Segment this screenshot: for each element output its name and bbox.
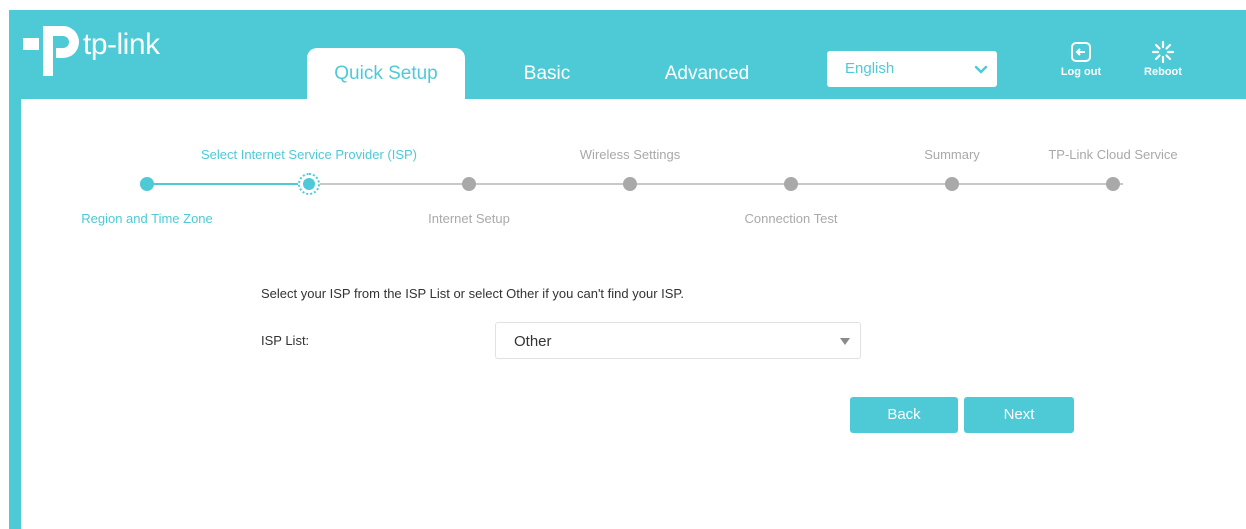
- back-button[interactable]: Back: [850, 397, 958, 433]
- dropdown-arrow-icon: [840, 338, 850, 345]
- tab-quick-setup[interactable]: Quick Setup: [307, 48, 465, 99]
- step-label-summary: Summary: [924, 147, 980, 162]
- main-panel: Select Internet Service Provider (ISP) W…: [21, 99, 1246, 529]
- reboot-icon: [1151, 40, 1175, 64]
- step-dot-tp-link-cloud: [1106, 177, 1120, 191]
- instruction-text: Select your ISP from the ISP List or sel…: [261, 286, 685, 301]
- isp-list-select[interactable]: Other: [495, 322, 861, 359]
- chevron-down-icon: [974, 65, 988, 74]
- next-button[interactable]: Next: [964, 397, 1074, 433]
- step-label-connection-test: Connection Test: [744, 211, 838, 226]
- language-select[interactable]: English: [827, 51, 997, 87]
- progress-track-completed: [147, 183, 309, 185]
- tp-link-logo-mark-icon: [23, 26, 79, 76]
- step-label-internet-setup: Internet Setup: [428, 211, 510, 226]
- language-selected-label: English: [845, 60, 895, 77]
- tab-basic[interactable]: Basic: [497, 48, 597, 99]
- reboot-label: Reboot: [1144, 66, 1182, 78]
- logout-label: Log out: [1060, 66, 1102, 78]
- tab-advanced[interactable]: Advanced: [642, 48, 772, 99]
- step-dot-wireless-settings: [623, 177, 637, 191]
- step-label-wireless-settings: Wireless Settings: [579, 147, 681, 162]
- progress-track-remaining: [309, 183, 1123, 185]
- logout-icon: [1071, 42, 1091, 62]
- step-label-tp-link-cloud: TP-Link Cloud Service: [1048, 147, 1178, 162]
- logo-text: tp-link: [83, 28, 160, 61]
- tp-link-logo: tp-link: [23, 20, 193, 80]
- step-dot-region: [140, 177, 154, 191]
- isp-selected-value: Other: [514, 333, 552, 350]
- isp-list-label: ISP List:: [261, 333, 310, 348]
- step-label-select-isp: Select Internet Service Provider (ISP): [200, 147, 418, 162]
- step-dot-select-isp: [298, 173, 320, 195]
- step-dot-internet-setup: [462, 177, 476, 191]
- step-label-region-time-zone: Region and Time Zone: [81, 211, 213, 226]
- logout-button[interactable]: Log out: [1053, 40, 1109, 88]
- app-frame: tp-link Quick Setup Basic Advanced Engli…: [9, 10, 1246, 529]
- step-dot-connection-test: [784, 177, 798, 191]
- reboot-button[interactable]: Reboot: [1135, 40, 1191, 88]
- step-dot-summary: [945, 177, 959, 191]
